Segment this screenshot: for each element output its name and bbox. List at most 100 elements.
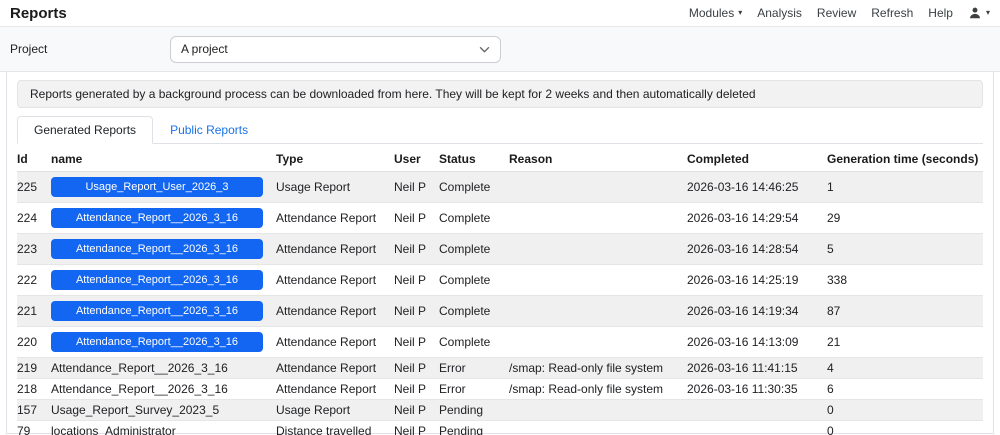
cell-generation-time: 1 <box>827 171 983 203</box>
col-header-completed: Completed <box>687 147 827 172</box>
report-download-button[interactable]: Attendance_Report__2026_3_16 <box>51 332 263 352</box>
cell-type: Usage Report <box>276 171 394 203</box>
cell-generation-time: 338 <box>827 264 983 296</box>
cell-name: Attendance_Report__2026_3_16 <box>51 326 276 358</box>
cell-status: Pending <box>439 420 509 435</box>
cell-user: Neil P <box>394 399 439 421</box>
reports-card: Reports generated by a background proces… <box>6 72 994 435</box>
cell-type: Distance travelled <box>276 420 394 435</box>
cell-reason: /smap: Read-only file system <box>509 357 687 379</box>
cell-generation-time: 5 <box>827 233 983 265</box>
report-download-button[interactable]: Attendance_Report__2026_3_16 <box>51 239 263 259</box>
cell-status: Complete <box>439 264 509 296</box>
project-select[interactable]: A project <box>170 35 501 63</box>
cell-name: Attendance_Report__2026_3_16 <box>51 357 276 379</box>
nav-item-help[interactable]: Help <box>928 6 953 20</box>
cell-generation-time: 0 <box>827 399 983 421</box>
cell-status: Complete <box>439 171 509 203</box>
cell-status: Complete <box>439 295 509 327</box>
table-row: 219 Attendance_Report__2026_3_16 Attendanc… <box>17 357 983 379</box>
cell-id: 218 <box>17 378 51 400</box>
table-row: 223 Attendance_Report__2026_3_16 Attendanc… <box>17 233 983 265</box>
tab-public-reports[interactable]: Public Reports <box>153 116 265 144</box>
chevron-down-icon: ▾ <box>985 8 990 17</box>
report-download-button[interactable]: Attendance_Report__2026_3_16 <box>51 208 263 228</box>
project-band: Project A project <box>0 27 1000 72</box>
cell-id: 221 <box>17 295 51 327</box>
cell-type: Attendance Report <box>276 264 394 296</box>
cell-type: Attendance Report <box>276 357 394 379</box>
nav-item-modules[interactable]: Modules ▾ <box>689 6 742 20</box>
cell-type: Attendance Report <box>276 326 394 358</box>
report-download-button[interactable]: Attendance_Report__2026_3_16 <box>51 270 263 290</box>
cell-reason <box>509 202 687 234</box>
retention-notice: Reports generated by a background proces… <box>17 80 983 108</box>
nav-item-refresh[interactable]: Refresh <box>871 6 913 20</box>
person-icon <box>968 6 982 20</box>
cell-generation-time: 21 <box>827 326 983 358</box>
cell-status: Complete <box>439 202 509 234</box>
cell-type: Usage Report <box>276 399 394 421</box>
project-select-value: A project <box>181 42 228 56</box>
cell-id: 223 <box>17 233 51 265</box>
cell-user: Neil P <box>394 295 439 327</box>
cell-generation-time: 4 <box>827 357 983 379</box>
report-tabs: Generated Reports Public Reports <box>17 116 983 144</box>
user-menu-button[interactable]: ▾ <box>968 6 990 20</box>
cell-status: Error <box>439 378 509 400</box>
nav-item-analysis[interactable]: Analysis <box>757 6 802 20</box>
table-row: 220 Attendance_Report__2026_3_16 Attendanc… <box>17 326 983 358</box>
cell-reason <box>509 233 687 265</box>
cell-type: Attendance Report <box>276 233 394 265</box>
cell-id: 225 <box>17 171 51 203</box>
cell-reason <box>509 326 687 358</box>
cell-status: Pending <box>439 399 509 421</box>
cell-completed: 2026-03-16 14:46:25 <box>687 171 827 203</box>
chevron-down-icon: ▾ <box>738 8 743 17</box>
cell-reason <box>509 264 687 296</box>
page-title: Reports <box>10 4 67 22</box>
table-row: 225 Usage_Report_User_2026_3 Usage Report N… <box>17 171 983 203</box>
cell-completed <box>687 420 827 435</box>
col-header-user: User <box>394 147 439 172</box>
cell-id: 220 <box>17 326 51 358</box>
cell-completed: 2026-03-16 11:41:15 <box>687 357 827 379</box>
cell-name: Attendance_Report__2026_3_16 <box>51 378 276 400</box>
cell-type: Attendance Report <box>276 378 394 400</box>
cell-id: 224 <box>17 202 51 234</box>
nav-item-review[interactable]: Review <box>817 6 856 20</box>
cell-user: Neil P <box>394 420 439 435</box>
cell-name: Attendance_Report__2026_3_16 <box>51 295 276 327</box>
cell-id: 222 <box>17 264 51 296</box>
table-row: 218 Attendance_Report__2026_3_16 Attendanc… <box>17 378 983 400</box>
col-header-generation-time: Generation time (seconds) <box>827 147 983 172</box>
tab-generated-reports[interactable]: Generated Reports <box>17 116 154 144</box>
cell-reason <box>509 420 687 435</box>
cell-generation-time: 6 <box>827 378 983 400</box>
cell-reason <box>509 171 687 203</box>
cell-name: Usage_Report_User_2026_3 <box>51 171 276 203</box>
top-navbar: Reports Modules ▾ Analysis Review Refres… <box>0 0 1000 27</box>
col-header-reason: Reason <box>509 147 687 172</box>
cell-user: Neil P <box>394 264 439 296</box>
cell-status: Error <box>439 357 509 379</box>
report-download-button[interactable]: Usage_Report_User_2026_3 <box>51 177 263 197</box>
report-download-button[interactable]: Attendance_Report__2026_3_16 <box>51 301 263 321</box>
cell-id: 157 <box>17 399 51 421</box>
cell-reason <box>509 295 687 327</box>
table-row: 224 Attendance_Report__2026_3_16 Attendanc… <box>17 202 983 234</box>
col-header-name: name <box>51 147 276 172</box>
cell-name: Attendance_Report__2026_3_16 <box>51 233 276 265</box>
table-row: 221 Attendance_Report__2026_3_16 Attendanc… <box>17 295 983 327</box>
col-header-type: Type <box>276 147 394 172</box>
cell-generation-time: 29 <box>827 202 983 234</box>
cell-name: Attendance_Report__2026_3_16 <box>51 202 276 234</box>
project-label: Project <box>10 42 48 56</box>
report-table-body: 225 Usage_Report_User_2026_3 Usage Report N… <box>17 171 983 435</box>
cell-name: Usage_Report_Survey_2023_5 <box>51 399 276 421</box>
cell-completed: 2026-03-16 14:25:19 <box>687 264 827 296</box>
table-row: 79 locations_Administrator Distance travel… <box>17 420 983 435</box>
cell-completed: 2026-03-16 14:19:34 <box>687 295 827 327</box>
col-header-id: Id <box>17 147 51 172</box>
reports-table: Id name Type User Status Reason Complete… <box>17 147 983 435</box>
